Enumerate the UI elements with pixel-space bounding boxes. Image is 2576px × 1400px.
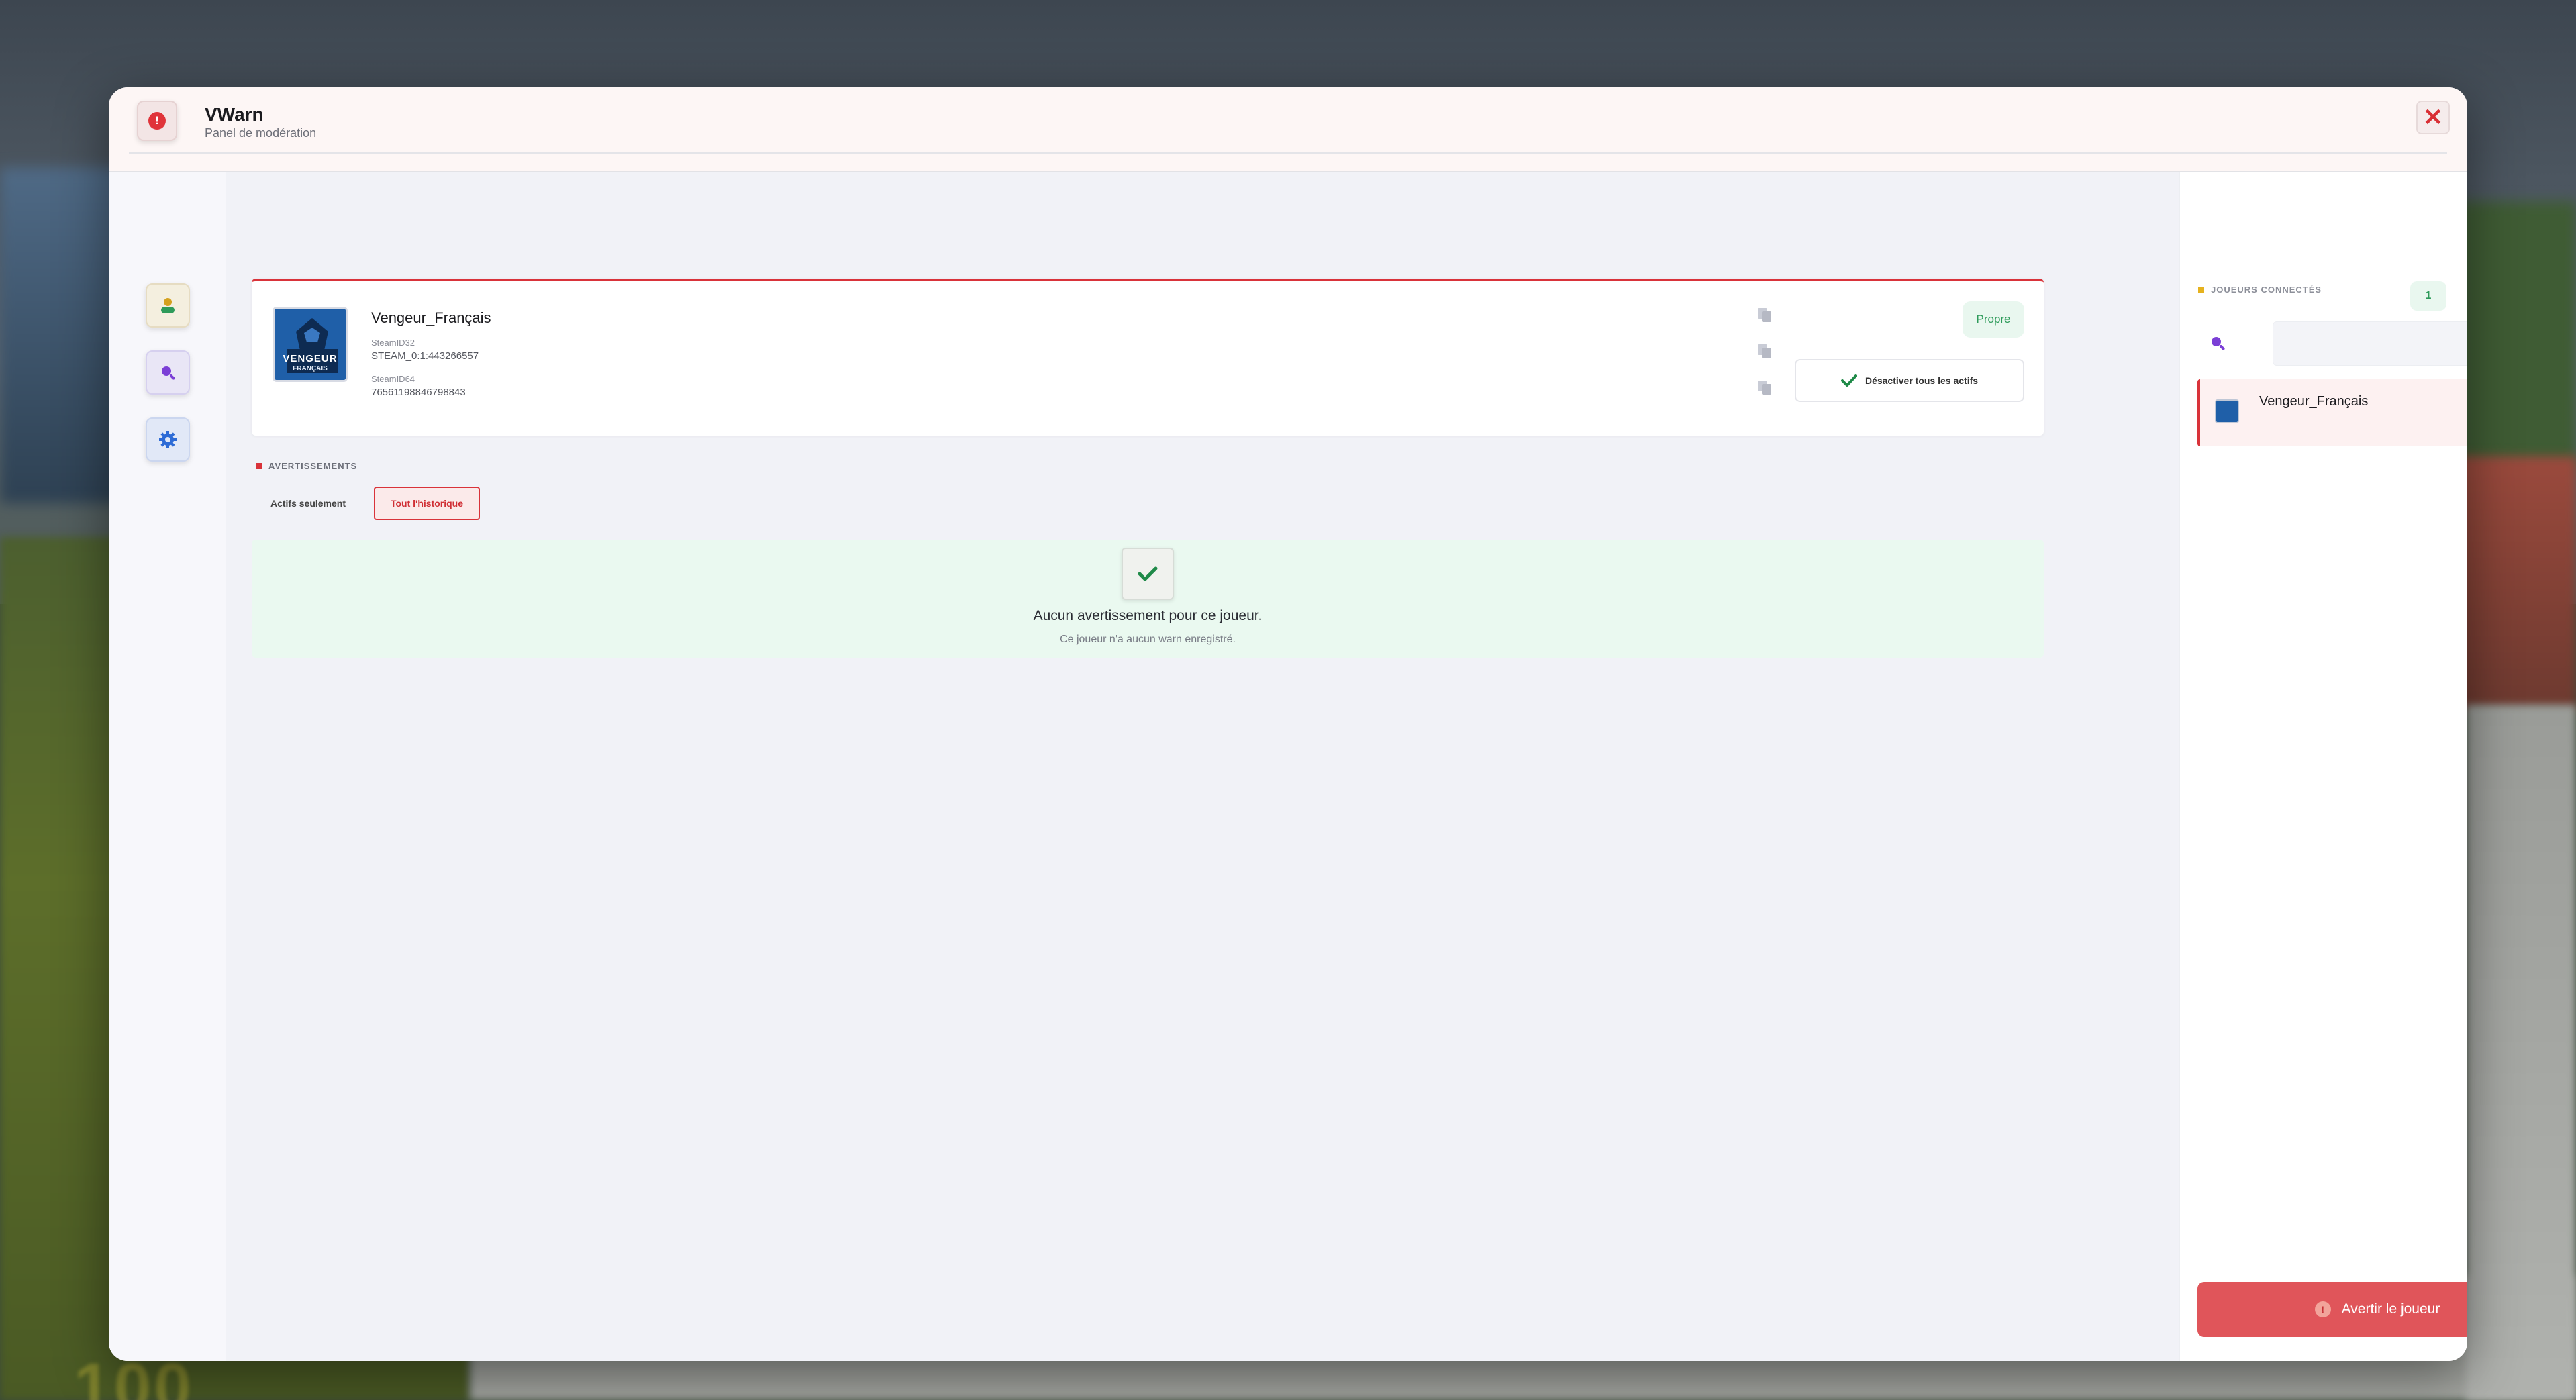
warnings-title-text: AVERTISSEMENTS xyxy=(268,461,358,471)
copy-steamid64-button[interactable] xyxy=(1758,381,1773,395)
player-name: Vengeur_Français xyxy=(371,309,491,326)
app-logo: ! xyxy=(137,101,177,141)
app-subtitle: Panel de modération xyxy=(205,126,317,140)
check-icon xyxy=(1840,374,1857,387)
connected-players-title: JOUEURS CONNECTÉS xyxy=(2198,285,2322,295)
app-title: VWarn xyxy=(205,104,264,125)
pavement-right xyxy=(2466,705,2576,1400)
avatar-text-line2: FRANÇAIS xyxy=(293,365,328,372)
warnings-section-title: AVERTISSEMENTS xyxy=(256,461,357,471)
copy-steamid32-button[interactable] xyxy=(1758,344,1773,359)
status-badge: Propre xyxy=(1963,301,2024,338)
player-mini-avatar xyxy=(2215,399,2239,423)
warn-player-button[interactable]: ! Avertir le joueur xyxy=(2197,1282,2467,1337)
steamid32-value: STEAM_0:1:443266557 xyxy=(371,350,479,362)
gear-icon xyxy=(159,431,177,448)
section-marker xyxy=(256,463,262,469)
close-button[interactable]: ✕ xyxy=(2416,101,2450,134)
close-icon: ✕ xyxy=(2422,103,2444,131)
header-divider xyxy=(129,152,2447,154)
connected-players-sidebar: JOUEURS CONNECTÉS 1 Vengeur_Français 0 ! xyxy=(2179,172,2467,1361)
empty-subtitle: Ce joueur n'a aucun warn enregistré. xyxy=(1060,634,1236,645)
warn-player-label: Avertir le joueur xyxy=(2341,1301,2440,1317)
tab-full-history[interactable]: Tout l'historique xyxy=(374,487,480,520)
left-nav: ✕ xyxy=(109,172,226,1361)
steamid64-value: 76561198846798843 xyxy=(371,387,466,398)
nav-settings-button[interactable] xyxy=(146,417,190,462)
sidebar-search-icon-wrap xyxy=(2207,332,2230,355)
exclamation-circle-icon: ! xyxy=(148,112,166,130)
moderation-panel: ! VWarn Panel de modération ✕ VENGEUR FR… xyxy=(109,87,2467,1361)
player-avatar: VENGEUR FRANÇAIS xyxy=(273,307,348,382)
copy-name-button[interactable] xyxy=(1758,308,1773,323)
player-count-badge: 1 xyxy=(2410,281,2446,311)
nav-search-button[interactable] xyxy=(146,350,190,395)
trees-right xyxy=(2457,201,2576,470)
deactivate-all-label: Désactiver tous les actifs xyxy=(1865,375,1979,386)
nav-players-button[interactable] xyxy=(146,283,190,328)
steamid64-label: SteamID64 xyxy=(371,374,415,384)
main-content: VENGEUR FRANÇAIS Vengeur_Français SteamI… xyxy=(226,172,2179,1361)
avatar-text-line1: VENGEUR xyxy=(283,353,338,364)
player-list-name: Vengeur_Français xyxy=(2259,394,2369,409)
panel-header: ! VWarn Panel de modération ✕ xyxy=(109,87,2467,172)
search-icon xyxy=(2212,337,2225,350)
tab-active-only[interactable]: Actifs seulement xyxy=(256,487,360,520)
check-icon xyxy=(1138,566,1158,581)
player-list-item[interactable]: Vengeur_Français 0 xyxy=(2197,379,2467,446)
search-icon xyxy=(162,366,175,380)
empty-state-icon-box xyxy=(1122,548,1174,600)
user-icon xyxy=(161,298,175,313)
exclamation-circle-icon: ! xyxy=(2314,1301,2331,1317)
deactivate-all-button[interactable]: Désactiver tous les actifs xyxy=(1795,359,2024,402)
section-marker xyxy=(2198,287,2204,293)
brick-wall xyxy=(2457,456,2576,711)
connected-players-text: JOUEURS CONNECTÉS xyxy=(2211,285,2322,295)
player-search-input[interactable] xyxy=(2273,321,2467,366)
steamid32-label: SteamID32 xyxy=(371,338,415,348)
empty-warnings-box: Aucun avertissement pour ce joueur. Ce j… xyxy=(252,540,2044,658)
empty-title: Aucun avertissement pour ce joueur. xyxy=(1033,608,1262,623)
player-card: VENGEUR FRANÇAIS Vengeur_Français SteamI… xyxy=(252,279,2044,436)
